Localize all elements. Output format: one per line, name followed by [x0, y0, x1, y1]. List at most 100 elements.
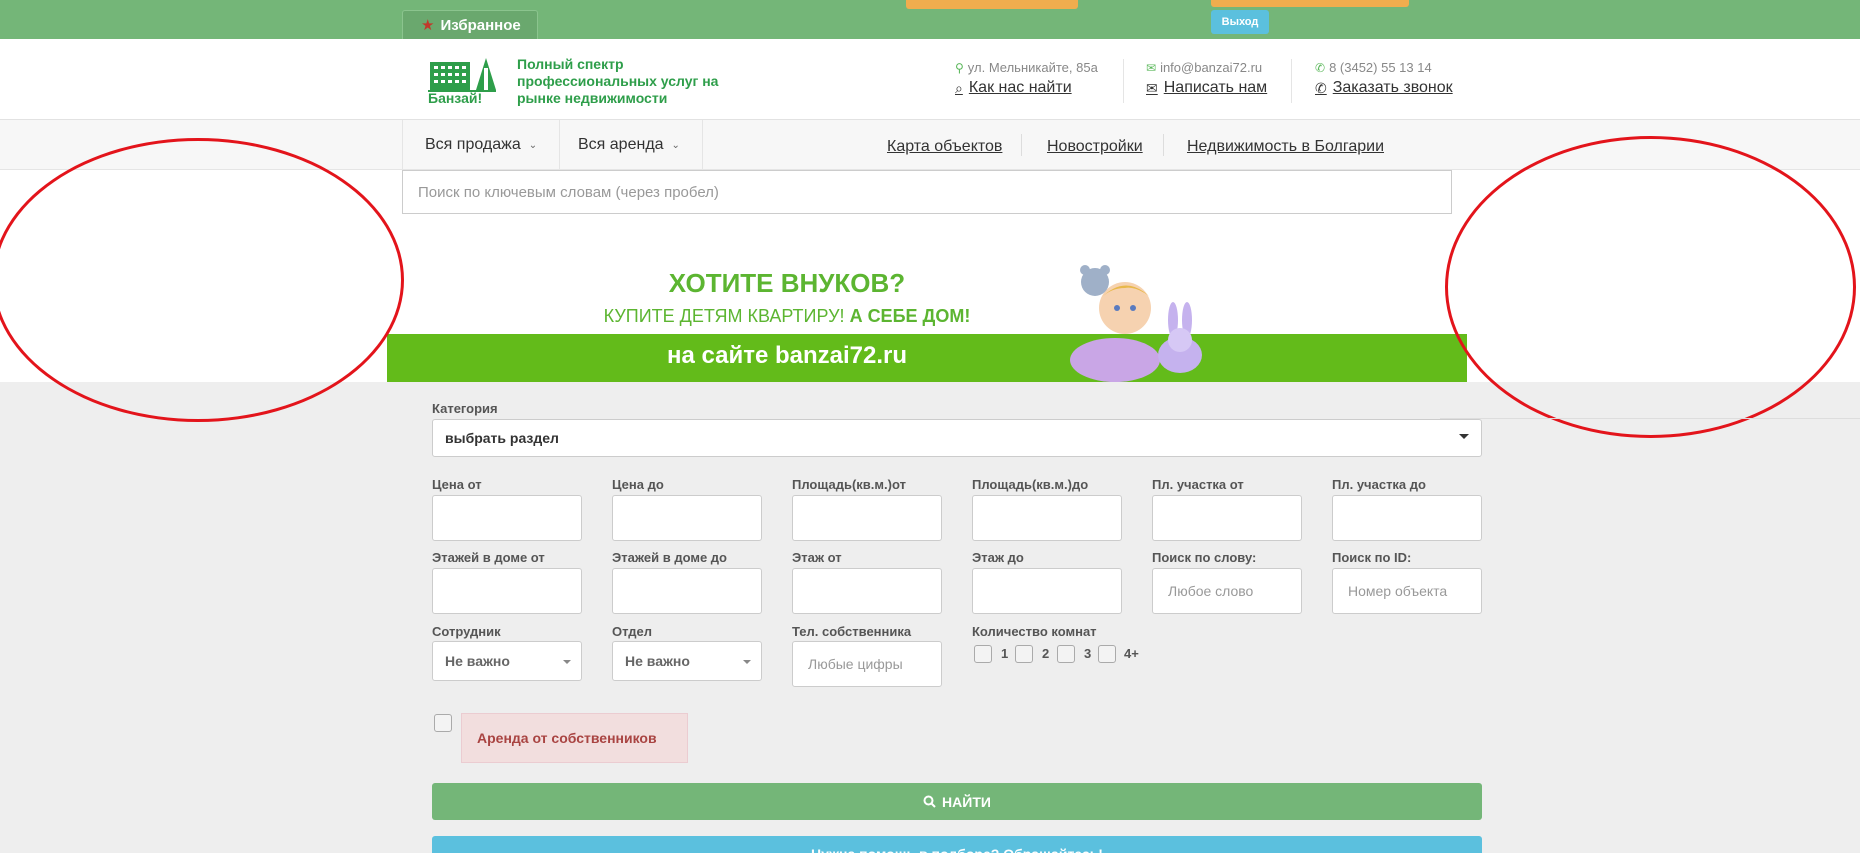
order-call-link[interactable]: ✆ Заказать звонок [1315, 79, 1453, 97]
rooms-checkbox-4plus[interactable] [1098, 645, 1116, 663]
search-icon: ⌕ [955, 79, 963, 96]
floor-to-input[interactable] [972, 568, 1122, 614]
rooms-checkbox-3[interactable] [1057, 645, 1075, 663]
floors-from-label: Этажей в доме от [432, 550, 545, 565]
employee-label: Сотрудник [432, 624, 501, 639]
nav-dropdown-rent[interactable]: Вся аренда ⌄ [556, 120, 703, 170]
area-to-label: Площадь(кв.м.)до [972, 477, 1089, 492]
red-annotation-ellipse-left [0, 138, 404, 422]
owner-rent-checkbox[interactable] [434, 714, 452, 732]
rooms-label: Количество комнат [972, 624, 1097, 639]
floors-to-label: Этажей в доме до [612, 550, 728, 565]
plot-to-input[interactable] [1332, 495, 1482, 541]
floors-to-input[interactable] [612, 568, 762, 614]
area-from-input[interactable] [792, 495, 942, 541]
price-from-input[interactable] [432, 495, 582, 541]
find-us-label: Как нас найти [968, 79, 1072, 96]
find-button[interactable]: НАЙТИ [432, 783, 1482, 820]
red-annotation-ellipse-right [1445, 136, 1856, 438]
rooms-label-3: 3 [1084, 646, 1092, 661]
chevron-down-icon: ⌄ [528, 139, 538, 151]
area-to-input[interactable] [972, 495, 1122, 541]
area-from-label: Площадь(кв.м.)от [792, 477, 906, 492]
envelope-icon: ✉ [1146, 79, 1158, 96]
write-us-link[interactable]: ✉ Написать нам [1146, 79, 1267, 97]
word-search-label: Поиск по слову: [1152, 550, 1257, 565]
caret-down-icon [563, 660, 571, 664]
chevron-down-icon: ⌄ [671, 139, 680, 151]
phone-icon: ✆ [1315, 79, 1327, 96]
address-block: ⚲ ул. Мельникайте, 85а ⌕ Как нас найти [955, 60, 1098, 97]
caret-down-icon [1459, 434, 1469, 439]
nav-link-map[interactable]: Карта объектов [887, 138, 1002, 156]
address-text: ул. Мельникайте, 85а [967, 60, 1098, 75]
owner-rent-label: Аренда от собственников [461, 713, 688, 763]
logout-button[interactable]: Выход [1211, 10, 1269, 34]
top-orange-button-1[interactable] [906, 0, 1078, 9]
divider-line [1440, 418, 1860, 419]
star-icon: ★ [421, 17, 435, 34]
banner-subline-b: А СЕБЕ ДОМ! [849, 306, 971, 326]
rooms-label-2: 2 [1042, 646, 1050, 661]
rooms-label-4plus: 4+ [1124, 646, 1139, 661]
search-icon [923, 795, 936, 808]
floors-from-input[interactable] [432, 568, 582, 614]
department-value: Не важно [625, 653, 690, 669]
department-label: Отдел [612, 624, 653, 639]
rooms-checkbox-1[interactable] [974, 645, 992, 663]
nav-separator [1021, 134, 1022, 156]
search-input[interactable] [402, 170, 1452, 214]
floor-from-input[interactable] [792, 568, 942, 614]
header-separator [1291, 59, 1292, 103]
nav-separator [1163, 134, 1164, 156]
price-to-input[interactable] [612, 495, 762, 541]
help-button[interactable]: Нужна помощь в подборе? Обращайтесь! [432, 836, 1482, 853]
employee-value: Не важно [445, 653, 510, 669]
banner-subline-a: КУПИТЕ ДЕТЯМ КВАРТИРУ! [603, 306, 845, 326]
word-search-input[interactable] [1152, 568, 1302, 614]
nav-link-new-buildings[interactable]: Новостройки [1047, 138, 1143, 156]
phone-icon: ✆ [1315, 60, 1326, 75]
tagline: Полный спектр профессиональных услуг на … [517, 56, 719, 106]
email-block: ✉ info@banzai72.ru ✉ Написать нам [1146, 60, 1267, 97]
category-value: выбрать раздел [445, 430, 559, 446]
logo-caption: Банзай! [428, 90, 483, 106]
find-button-label: НАЙТИ [942, 793, 991, 810]
phone-text: 8 (3452) 55 13 14 [1329, 60, 1432, 75]
email-text: info@banzai72.ru [1160, 60, 1263, 75]
id-search-input[interactable] [1332, 568, 1482, 614]
order-call-label: Заказать звонок [1332, 79, 1453, 96]
phone-block: ✆ 8 (3452) 55 13 14 ✆ Заказать звонок [1315, 60, 1453, 97]
favorites-button[interactable]: ★ Избранное [402, 10, 538, 39]
baby-toys-illustration [1070, 265, 1202, 382]
caret-down-icon [743, 660, 751, 664]
favorites-label: Избранное [440, 16, 521, 34]
category-select[interactable]: выбрать раздел [432, 419, 1482, 457]
nav-sale-label: Вся продажа [425, 136, 521, 153]
price-to-label: Цена до [612, 477, 664, 492]
envelope-icon: ✉ [1146, 60, 1157, 75]
owner-phone-input[interactable] [792, 641, 942, 687]
id-search-label: Поиск по ID: [1332, 550, 1412, 565]
top-orange-button-2[interactable] [1211, 0, 1409, 7]
employee-select[interactable]: Не важно [432, 641, 582, 681]
write-us-label: Написать нам [1163, 79, 1268, 96]
owner-phone-label: Тел. собственника [792, 624, 912, 639]
nav-rent-label: Вся аренда [578, 136, 664, 153]
find-us-link[interactable]: ⌕ Как нас найти [955, 79, 1098, 97]
nav-dropdown-sale[interactable]: Вся продажа ⌄ [402, 120, 561, 170]
header-separator [1123, 59, 1124, 103]
rooms-label-1: 1 [1001, 646, 1009, 661]
price-from-label: Цена от [432, 477, 482, 492]
department-select[interactable]: Не важно [612, 641, 762, 681]
plot-to-label: Пл. участка до [1332, 477, 1426, 492]
rooms-checkbox-2[interactable] [1015, 645, 1033, 663]
ad-banner[interactable]: ХОТИТЕ ВНУКОВ? КУПИТЕ ДЕТЯМ КВАРТИРУ! А … [387, 250, 1467, 382]
nav-link-bulgaria[interactable]: Недвижимость в Болгарии [1187, 138, 1384, 156]
category-label: Категория [432, 401, 498, 416]
floor-from-label: Этаж от [792, 550, 842, 565]
plot-from-label: Пл. участка от [1152, 477, 1244, 492]
map-marker-icon: ⚲ [955, 60, 964, 75]
plot-from-input[interactable] [1152, 495, 1302, 541]
site-header: Банзай! Полный спектр профессиональных у… [0, 39, 1860, 120]
